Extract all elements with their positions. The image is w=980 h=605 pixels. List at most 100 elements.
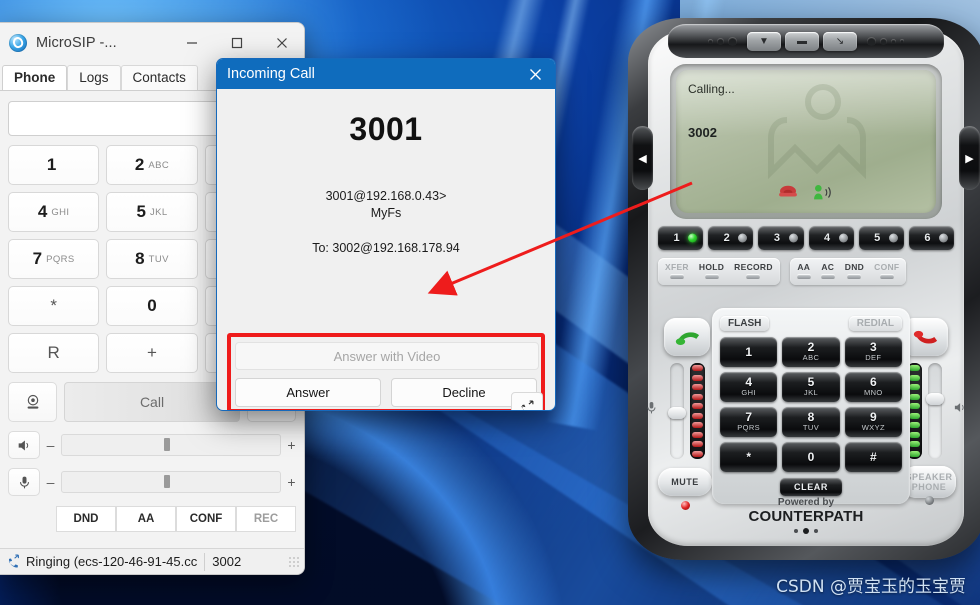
speaker-minus[interactable]: – (46, 437, 55, 453)
line-led (888, 233, 898, 243)
dnd-button[interactable]: DND (840, 260, 869, 283)
key-7[interactable]: 7 PQRS (8, 239, 100, 279)
key-plus[interactable]: + (106, 333, 198, 373)
microsip-titlebar[interactable]: MicroSIP -... (0, 23, 304, 63)
phone-key-2[interactable]: 2 ABC (782, 337, 840, 367)
meter-segment (692, 422, 703, 429)
ac-button[interactable]: AC (816, 260, 840, 283)
line-button-1[interactable]: 1 (658, 226, 704, 250)
microphone-icon[interactable] (8, 468, 40, 496)
phone-lcd-frame: Calling... 3002 (670, 64, 942, 219)
fn-label: HOLD (698, 262, 725, 272)
key-r[interactable]: R (8, 333, 100, 373)
mute-button[interactable]: MUTE (658, 468, 712, 496)
tab-phone[interactable]: Phone (2, 65, 68, 90)
xfer-button[interactable]: XFER (660, 260, 694, 283)
flash-button[interactable]: FLASH (720, 316, 770, 331)
tab-contacts[interactable]: Contacts (120, 65, 198, 90)
line-button-2[interactable]: 2 (708, 226, 754, 250)
phone-lcd[interactable]: Calling... 3002 (676, 70, 936, 213)
speaker-volume-knob[interactable] (926, 393, 944, 405)
slider-thumb[interactable] (164, 438, 171, 451)
meter-segment (692, 384, 703, 391)
maximize-icon[interactable] (214, 23, 259, 63)
minimize-icon[interactable]: ▬ (785, 31, 819, 51)
conf-button[interactable]: CONF (869, 260, 904, 283)
chevron-down-icon[interactable]: ▼ (747, 31, 781, 51)
hold-button[interactable]: HOLD (694, 260, 729, 283)
redial-button[interactable]: REDIAL (848, 316, 902, 331)
close-icon[interactable] (515, 59, 555, 89)
fn-lamp (669, 274, 684, 279)
phone-key-9[interactable]: 9 WXYZ (844, 407, 902, 437)
answer-with-video-button[interactable]: Answer with Video (235, 342, 539, 370)
meter-segment (692, 374, 703, 381)
key-2[interactable]: 2 ABC (106, 145, 198, 185)
key-letters: PQRS (46, 253, 75, 265)
speaker-plus[interactable]: + (287, 437, 296, 453)
phone-key-5[interactable]: 5 JKL (782, 372, 840, 402)
line-button-4[interactable]: 4 (808, 226, 854, 250)
phone-topbar: ▼ ▬ ↘ (668, 24, 944, 58)
dnd-button[interactable]: DND (56, 506, 116, 532)
key-star[interactable]: * (8, 286, 100, 326)
line-label: 3 (773, 232, 780, 244)
speaker-icon[interactable] (8, 431, 40, 459)
aa-button[interactable]: AA (116, 506, 176, 532)
close-icon[interactable] (259, 23, 304, 63)
phone-key-6[interactable]: 6 MNO (844, 372, 902, 402)
mic-slider[interactable] (61, 471, 281, 493)
phone-key-7[interactable]: 7 PQRS (720, 407, 778, 437)
key-0[interactable]: 0 (106, 286, 198, 326)
phone-key-4[interactable]: 4 GHI (720, 372, 778, 402)
mic-minus[interactable]: – (46, 474, 55, 490)
slider-thumb[interactable] (164, 475, 171, 488)
record-button[interactable]: RECORD (729, 260, 778, 283)
webcam-icon[interactable] (8, 382, 57, 422)
key-8[interactable]: 8 TUV (106, 239, 198, 279)
left-arrow-icon[interactable]: ◀ (632, 126, 653, 190)
line-label: 6 (924, 232, 931, 244)
call-forward-icon[interactable] (511, 392, 543, 410)
phone-key-1[interactable]: 1 (720, 337, 778, 367)
microsip-globe-icon (9, 34, 27, 52)
line-button-6[interactable]: 6 (908, 226, 954, 250)
conf-button[interactable]: CONF (176, 506, 236, 532)
right-arrow-icon[interactable]: ▶ (959, 126, 980, 190)
deco-dot (728, 36, 737, 46)
phone-key-0[interactable]: 0 (782, 442, 840, 472)
phone-key-3[interactable]: 3 DEF (844, 337, 902, 367)
tab-logs[interactable]: Logs (67, 65, 121, 90)
meter-segment (909, 393, 920, 400)
speakerphone-button[interactable]: SPEAKER PHONE (902, 466, 956, 498)
key-1[interactable]: 1 (8, 145, 100, 185)
mic-plus[interactable]: + (287, 474, 296, 490)
answer-call-button[interactable] (664, 318, 710, 356)
resize-grip[interactable] (288, 555, 300, 568)
phone-key-star[interactable]: * (720, 442, 778, 472)
clear-button[interactable]: CLEAR (780, 478, 842, 496)
key-digit: 8 (807, 410, 815, 424)
answer-button[interactable]: Answer (235, 378, 381, 407)
lcd-number: 3002 (688, 125, 717, 140)
key-letters: ABC (148, 159, 170, 171)
phone-key-hash[interactable]: # (844, 442, 902, 472)
dialog-titlebar[interactable]: Incoming Call (217, 59, 555, 89)
speaker-volume-slider[interactable] (926, 363, 944, 459)
call-button[interactable]: Call (64, 382, 240, 422)
window-title: MicroSIP -... (36, 35, 117, 51)
phone-key-8[interactable]: 8 TUV (782, 407, 840, 437)
collapse-icon[interactable]: ↘ (823, 31, 857, 51)
line-button-3[interactable]: 3 (758, 226, 804, 250)
key-4[interactable]: 4 GHI (8, 192, 100, 232)
rec-button[interactable]: REC (236, 506, 296, 532)
speaker-slider[interactable] (61, 434, 281, 456)
meter-segment (909, 431, 920, 438)
aa-button[interactable]: AA (792, 260, 816, 283)
key-5[interactable]: 5 JKL (106, 192, 198, 232)
mic-volume-slider[interactable] (668, 363, 686, 459)
key-digit: 4 (745, 375, 752, 389)
minimize-icon[interactable] (169, 23, 214, 63)
line-button-5[interactable]: 5 (858, 226, 904, 250)
mic-volume-knob[interactable] (668, 407, 686, 419)
